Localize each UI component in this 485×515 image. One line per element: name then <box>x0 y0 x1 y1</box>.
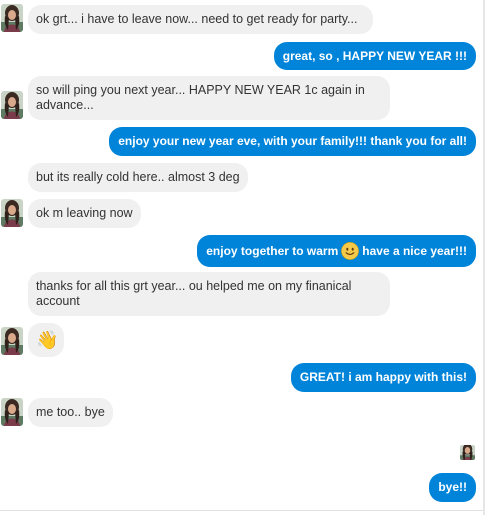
incoming-message[interactable]: but its really cold here.. almost 3 deg <box>28 163 248 192</box>
composer-divider <box>0 510 485 511</box>
message-text: me too.. bye <box>36 405 105 419</box>
message-text: great, so , HAPPY NEW YEAR !!! <box>282 48 467 63</box>
message-text: ok grt... i have to leave now... need to… <box>36 12 358 26</box>
outgoing-message[interactable]: GREAT! i am happy with this! <box>290 363 476 392</box>
avatar-image <box>1 91 23 119</box>
message-text-after: have a nice year!!! <box>362 243 467 258</box>
message-text: ok m leaving now <box>36 206 133 220</box>
waving-hand-icon: 👋 <box>36 330 59 350</box>
chat-thread[interactable]: ok grt... i have to leave now... need to… <box>0 0 485 515</box>
avatar-image <box>1 327 23 355</box>
avatar-image <box>1 199 23 227</box>
avatar-image <box>460 445 475 460</box>
message-text: thanks for all this grt year... ou helpe… <box>36 279 352 308</box>
message-text: so will ping you next year... HAPPY NEW … <box>36 83 365 112</box>
message-text-before: enjoy together to warm <box>206 243 339 258</box>
contact-avatar[interactable] <box>1 4 23 32</box>
contact-avatar[interactable] <box>1 199 23 227</box>
seen-receipt-avatar <box>460 445 475 460</box>
incoming-message[interactable]: 👋 <box>28 323 64 357</box>
incoming-message[interactable]: ok m leaving now <box>28 199 141 228</box>
outgoing-message[interactable]: bye!! <box>429 473 476 502</box>
message-text: but its really cold here.. almost 3 deg <box>36 170 240 184</box>
incoming-message[interactable]: me too.. bye <box>28 398 113 427</box>
message-text: GREAT! i am happy with this! <box>299 370 467 384</box>
message-text: enjoy your new year eve, with your famil… <box>118 134 467 148</box>
outgoing-message[interactable]: enjoy together to warm have a nice year!… <box>197 235 476 267</box>
contact-avatar[interactable] <box>1 91 23 119</box>
incoming-message[interactable]: ok grt... i have to leave now... need to… <box>28 5 373 34</box>
incoming-message[interactable]: so will ping you next year... HAPPY NEW … <box>28 76 390 120</box>
avatar-image <box>1 4 23 32</box>
outgoing-message[interactable]: great, so , HAPPY NEW YEAR !!! <box>273 42 476 70</box>
avatar-image <box>1 398 23 426</box>
contact-avatar[interactable] <box>1 398 23 426</box>
slightly-smiling-face-icon <box>341 242 360 260</box>
outgoing-message[interactable]: enjoy your new year eve, with your famil… <box>109 127 476 156</box>
message-text: bye!! <box>438 480 467 494</box>
incoming-message[interactable]: thanks for all this grt year... ou helpe… <box>28 272 390 316</box>
contact-avatar[interactable] <box>1 327 23 355</box>
